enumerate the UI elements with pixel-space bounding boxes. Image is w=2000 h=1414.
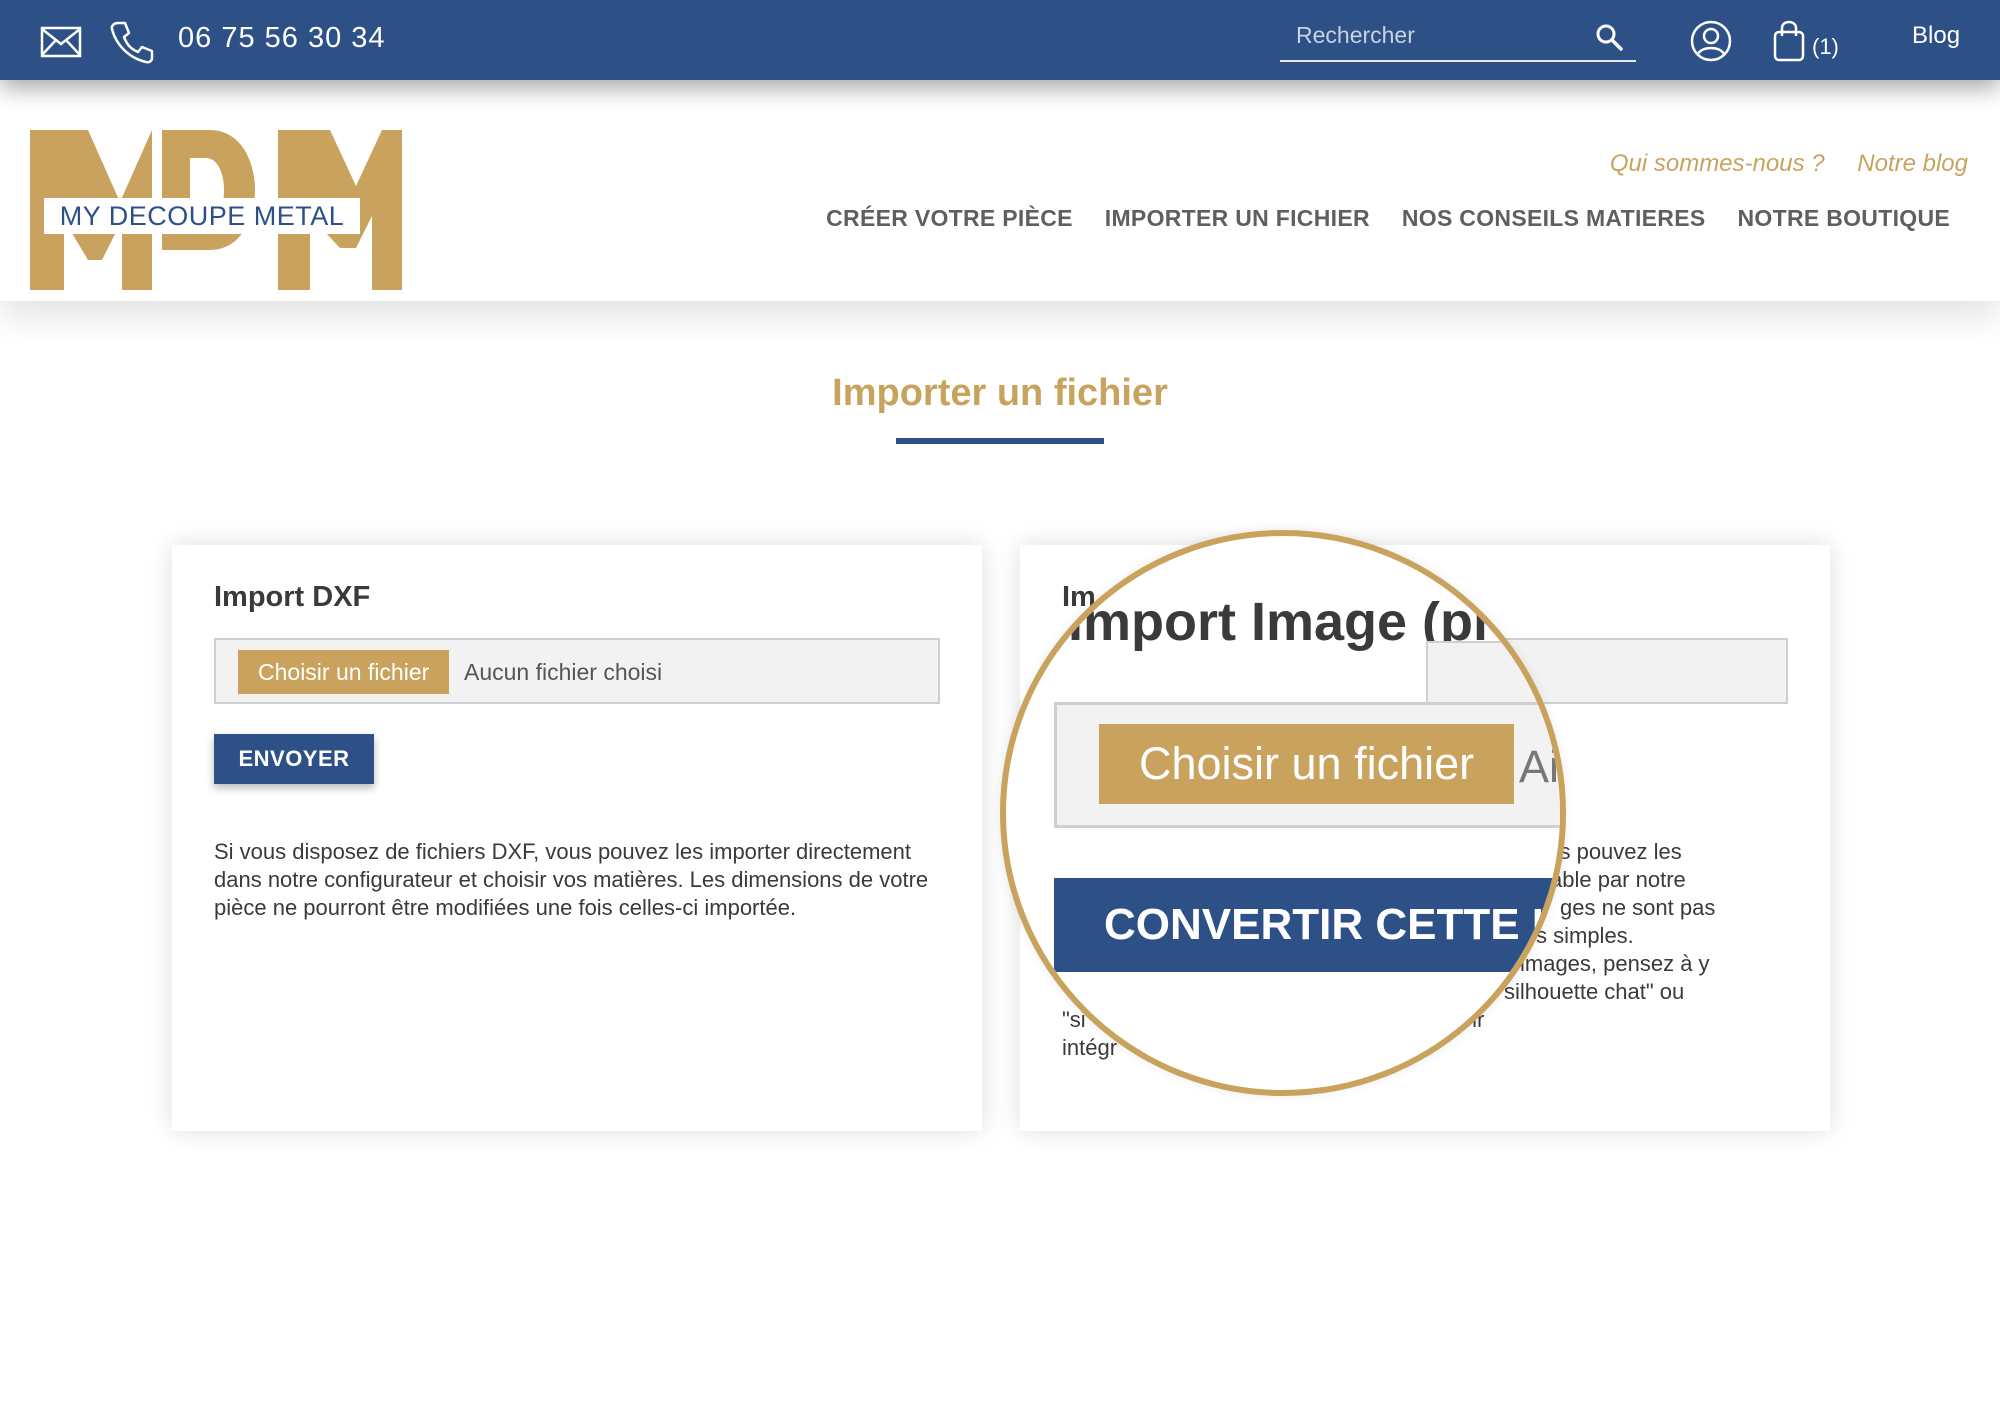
main-navigation: CRÉER VOTRE PIÈCE IMPORTER UN FICHIER NO…	[826, 205, 1950, 232]
nav-shop[interactable]: NOTRE BOUTIQUE	[1738, 205, 1950, 232]
zoomed-choose-file-button[interactable]: Choisir un fichier	[1099, 724, 1515, 804]
nav-material-advice[interactable]: NOS CONSEILS MATIERES	[1402, 205, 1706, 232]
search-bar	[1280, 12, 1636, 62]
logo-tagline: MY DECOUPE METAL	[44, 198, 360, 234]
user-account-icon[interactable]	[1690, 20, 1732, 62]
about-link[interactable]: Qui sommes-nous ?	[1610, 150, 1825, 177]
site-header: MY DECOUPE METAL Qui sommes-nous ? Notre…	[0, 80, 2000, 301]
zoomed-file-box-background	[1426, 641, 1560, 707]
zoomed-image-file-input[interactable]: Choisir un fichier Ai	[1054, 702, 1560, 828]
search-icon[interactable]	[1594, 22, 1624, 52]
convert-image-button[interactable]: CONVERTIR CETTE IM	[1054, 878, 1560, 972]
secondary-links: Qui sommes-nous ? Notre blog	[1584, 150, 1968, 178]
cart-count-badge[interactable]: (1)	[1812, 34, 1839, 60]
dxf-description: Si vous disposez de fichiers DXF, vous p…	[214, 839, 929, 920]
dxf-file-input[interactable]: Choisir un fichier Aucun fichier choisi	[214, 638, 940, 704]
blog-link[interactable]: Blog	[1912, 22, 1960, 50]
phone-icon[interactable]	[110, 20, 154, 64]
zoom-magnifier: Import Image (pi Choisir un fichier Ai C…	[1000, 530, 1566, 1096]
mail-icon[interactable]	[40, 26, 82, 58]
blog-sub-link[interactable]: Notre blog	[1857, 150, 1968, 177]
nav-create-piece[interactable]: CRÉER VOTRE PIÈCE	[826, 205, 1073, 232]
send-button[interactable]: ENVOYER	[214, 734, 374, 784]
nav-import-file[interactable]: IMPORTER UN FICHIER	[1105, 205, 1370, 232]
zoomed-file-status-text: Ai	[1519, 741, 1560, 792]
search-input[interactable]	[1280, 12, 1580, 58]
page-title: Importer un fichier	[832, 372, 1168, 414]
top-bar: 06 75 56 30 34 (1) Blog	[0, 0, 2000, 80]
choose-file-button[interactable]: Choisir un fichier	[238, 650, 450, 694]
file-status-text: Aucun fichier choisi	[464, 659, 663, 685]
title-underline	[896, 438, 1104, 444]
import-dxf-card: Import DXF Choisir un fichier Aucun fich…	[172, 545, 982, 1131]
card-title: Import DXF	[214, 581, 371, 613]
phone-number[interactable]: 06 75 56 30 34	[178, 22, 386, 55]
shopping-bag-icon[interactable]	[1772, 18, 1806, 62]
